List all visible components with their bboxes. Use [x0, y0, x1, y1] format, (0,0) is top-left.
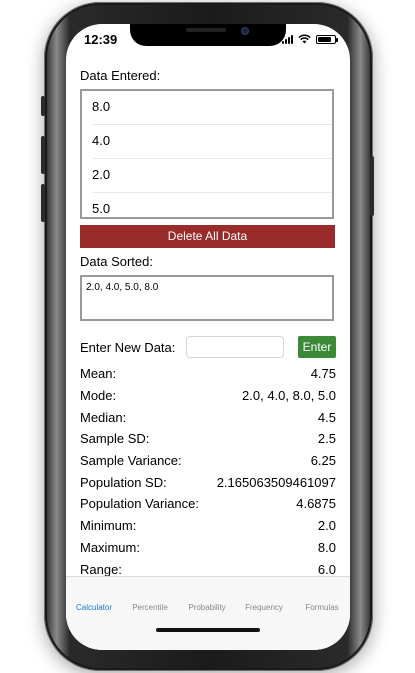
stat-label: Median: — [80, 409, 127, 425]
stat-row-population-sd: Population SD: 2.165063509461097 — [80, 471, 336, 493]
stat-value: 2.0, 4.0, 8.0, 5.0 — [242, 388, 336, 404]
tab-bar: Calculator Percentile Probability Freque… — [66, 576, 350, 650]
stat-label: Minimum: — [80, 518, 137, 534]
mute-switch — [41, 96, 45, 116]
stat-row-sample-sd: Sample SD: 2.5 — [80, 428, 336, 450]
wifi-icon — [298, 34, 311, 44]
data-sorted-label: Data Sorted: — [80, 254, 153, 269]
screen: 12:39 Data Entered: 8.0 4.0 2.0 5.0 Dele… — [66, 24, 350, 650]
list-item[interactable]: 4.0 — [82, 125, 332, 159]
volume-down-button — [41, 184, 45, 222]
stat-row-minimum: Minimum: 2.0 — [80, 515, 336, 537]
stat-label: Maximum: — [80, 539, 140, 555]
enter-new-data-label: Enter New Data: — [80, 340, 176, 355]
data-entered-list[interactable]: 8.0 4.0 2.0 5.0 — [80, 89, 334, 219]
stat-row-population-variance: Population Variance: 4.6875 — [80, 493, 336, 515]
stat-label: Mode: — [80, 388, 117, 404]
stat-label: Sample SD: — [80, 431, 150, 447]
list-item[interactable]: 2.0 — [82, 159, 332, 193]
battery-icon — [316, 34, 338, 44]
tab-frequency[interactable]: Frequency — [236, 603, 292, 612]
stat-value: 4.6875 — [296, 496, 336, 512]
notch — [130, 24, 286, 46]
stat-value: 2.0 — [317, 518, 336, 534]
stat-value: 2.5 — [317, 431, 336, 447]
delete-all-data-button[interactable]: Delete All Data — [80, 225, 335, 248]
stat-value: 4.5 — [317, 409, 336, 425]
tab-probability[interactable]: Probability — [179, 603, 235, 612]
data-sorted-textbox[interactable]: 2.0, 4.0, 5.0, 8.0 — [80, 275, 334, 321]
stat-label: Population SD: — [80, 474, 167, 490]
power-button — [370, 156, 374, 216]
list-item[interactable]: 8.0 — [82, 91, 332, 125]
stat-row-mean: Mean: 4.75 — [80, 363, 336, 385]
stat-value: 4.75 — [310, 366, 336, 382]
tab-percentile[interactable]: Percentile — [122, 603, 178, 612]
stat-row-sample-variance: Sample Variance: 6.25 — [80, 450, 336, 472]
tab-formulas[interactable]: Formulas — [294, 603, 350, 612]
status-icons — [282, 33, 338, 45]
data-entered-label: Data Entered: — [80, 68, 161, 83]
stat-label: Population Variance: — [80, 496, 200, 512]
camera-icon — [241, 27, 249, 35]
stat-row-median: Median: 4.5 — [80, 406, 336, 428]
tab-calculator[interactable]: Calculator — [66, 603, 122, 612]
stat-value: 6.0 — [317, 561, 336, 577]
home-indicator[interactable] — [156, 628, 260, 632]
stat-value: 2.165063509461097 — [216, 474, 336, 490]
list-item[interactable]: 5.0 — [82, 193, 332, 217]
stat-value: 6.25 — [310, 453, 336, 469]
stat-value: 8.0 — [317, 539, 336, 555]
stat-label: Sample Variance: — [80, 453, 182, 469]
new-data-input[interactable] — [186, 336, 284, 358]
stat-label: Mean: — [80, 366, 117, 382]
volume-up-button — [41, 136, 45, 174]
status-time: 12:39 — [84, 32, 118, 47]
statistics-list: Mean: 4.75 Mode: 2.0, 4.0, 8.0, 5.0 Medi… — [80, 363, 336, 580]
stat-label: Range: — [80, 561, 122, 577]
speaker-grille — [186, 28, 226, 32]
stat-row-maximum: Maximum: 8.0 — [80, 537, 336, 559]
stat-row-mode: Mode: 2.0, 4.0, 8.0, 5.0 — [80, 385, 336, 407]
enter-button[interactable]: Enter — [298, 336, 336, 358]
